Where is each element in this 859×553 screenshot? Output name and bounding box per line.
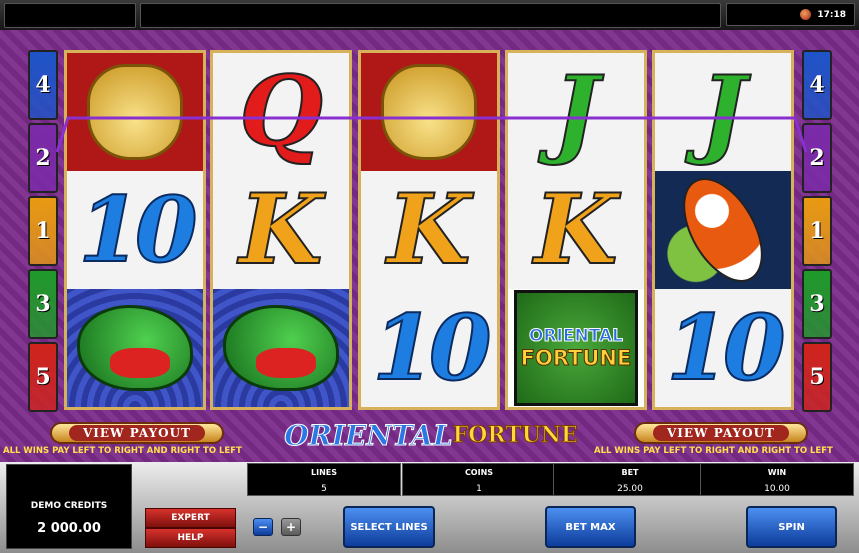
credits-value: 2 000.00	[37, 521, 101, 536]
view-payout-button-left[interactable]: VIEW PAYOUT	[50, 422, 224, 444]
stat-label: COINS	[464, 468, 494, 477]
payline-line	[55, 116, 808, 153]
control-panel: DEMO CREDITS 2 000.00 EXPERT HELP − + LI…	[0, 462, 859, 553]
status-box-left	[4, 3, 136, 28]
view-payout-label: VIEW PAYOUT	[68, 425, 205, 441]
logo-word-fortune: FORTUNE	[452, 422, 578, 449]
pay-note-left: ALL WINS PAY LEFT TO RIGHT AND RIGHT TO …	[3, 446, 242, 456]
stat-bet: BET 25.00	[553, 463, 707, 496]
stat-value: 5	[321, 484, 327, 494]
credits-display: DEMO CREDITS 2 000.00	[6, 464, 132, 549]
stat-lines: LINES 5	[247, 463, 401, 496]
clock-text: 17:18	[817, 9, 846, 20]
logo-word-oriental: ORIENTAL	[284, 418, 453, 452]
sound-icon[interactable]	[800, 9, 812, 20]
stat-label: WIN	[767, 468, 787, 477]
status-message-box	[140, 3, 721, 28]
expert-button[interactable]: EXPERT	[145, 508, 236, 528]
bet-max-button[interactable]: BET MAX	[545, 506, 636, 548]
credits-label: DEMO CREDITS	[30, 501, 108, 511]
status-bar: 17:18	[0, 0, 859, 30]
decrease-coins-button[interactable]: −	[253, 518, 273, 536]
stat-coins: COINS 1	[402, 463, 556, 496]
view-payout-button-right[interactable]: VIEW PAYOUT	[634, 422, 808, 444]
stat-value: 1	[476, 484, 482, 494]
select-lines-button[interactable]: SELECT LINES	[343, 506, 435, 548]
stat-win: WIN 10.00	[700, 463, 854, 496]
stat-value: 25.00	[617, 484, 643, 494]
game-logo: ORIENTAL FORTUNE	[266, 413, 596, 457]
spin-button[interactable]: SPIN	[746, 506, 837, 548]
help-button[interactable]: HELP	[145, 528, 236, 548]
view-payout-label: VIEW PAYOUT	[652, 425, 789, 441]
stat-label: BET	[621, 468, 639, 477]
increase-coins-button[interactable]: +	[281, 518, 301, 536]
pay-note-right: ALL WINS PAY LEFT TO RIGHT AND RIGHT TO …	[594, 446, 833, 456]
game-area: 42135 42135 10 Q K K 10 J K ORIENTAL FORTUNE J 10 …	[0, 30, 859, 462]
stat-value: 10.00	[764, 484, 790, 494]
stat-label: LINES	[311, 468, 337, 477]
clock-box: 17:18	[726, 3, 855, 26]
payline	[55, 116, 808, 153]
